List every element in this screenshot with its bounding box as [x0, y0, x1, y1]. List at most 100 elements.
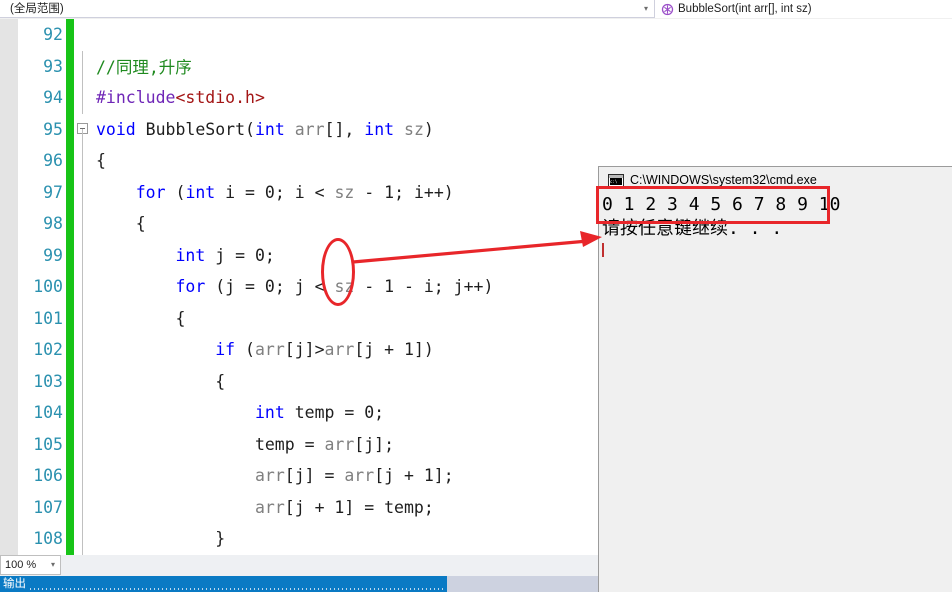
line-number: 100: [33, 277, 63, 297]
code-token: [j + 1];: [374, 466, 454, 486]
chevron-down-icon[interactable]: ▾: [644, 0, 648, 18]
change-indicator-bar: [66, 19, 74, 51]
code-text[interactable]: #include<stdio.h>: [96, 88, 952, 107]
code-token: int: [254, 119, 285, 139]
change-indicator-bar: [66, 460, 74, 492]
tab-output-label: 输出: [3, 578, 26, 590]
change-indicator-bar: [66, 334, 74, 366]
cmd-console-body[interactable]: 0 1 2 3 4 5 6 7 8 9 10 请按任意键继续. . .: [600, 193, 952, 592]
outlining-glyph-margin[interactable]: [74, 428, 96, 460]
outlining-glyph-margin[interactable]: [74, 365, 96, 397]
outlining-line: [82, 82, 83, 114]
code-token: sz: [404, 119, 424, 139]
outlining-glyph-margin[interactable]: [74, 334, 96, 366]
code-token: [j + 1] = temp;: [284, 497, 434, 517]
outlining-glyph-margin[interactable]: [74, 176, 96, 208]
tab-divider-dots: [30, 576, 445, 592]
code-line[interactable]: 93 //同理,升序: [0, 50, 952, 82]
outlining-glyph-margin[interactable]: [74, 523, 96, 555]
member-combobox[interactable]: BubbleSort(int arr[], int sz): [655, 0, 952, 18]
code-token: i = 0; i: [215, 182, 315, 202]
change-indicator-bar: [66, 302, 74, 334]
line-number: 92: [43, 25, 63, 45]
zoom-level-value: 100 %: [5, 559, 37, 571]
code-token: sz: [334, 182, 355, 202]
code-text[interactable]: //同理,升序: [96, 54, 952, 78]
code-token: [j]: [284, 340, 315, 360]
outlining-glyph-margin[interactable]: [74, 82, 96, 114]
outlining-glyph-margin[interactable]: [74, 460, 96, 492]
scope-combobox[interactable]: (全局范围) ▾: [0, 0, 655, 18]
outlining-line: [82, 129, 83, 145]
outlining-line: [82, 145, 83, 177]
outlining-glyph-margin[interactable]: [74, 208, 96, 240]
outlining-glyph-margin[interactable]: [74, 145, 96, 177]
outlining-glyph-margin[interactable]: [74, 19, 96, 51]
change-indicator-bar: [66, 428, 74, 460]
outlining-line: [82, 491, 83, 523]
line-number: 94: [43, 88, 63, 108]
cmd-console-window[interactable]: C:\WINDOWS\system32\cmd.exe 0 1 2 3 4 5 …: [598, 166, 952, 592]
outlining-line: [82, 302, 83, 334]
outlining-line: [82, 397, 83, 429]
code-token: arr: [254, 466, 285, 486]
code-token: (j = 0; j <: [205, 277, 335, 297]
change-indicator-bar: [66, 365, 74, 397]
code-token: [j] =: [284, 466, 345, 486]
code-line[interactable]: 95 void BubbleSort(int arr[], int sz): [0, 113, 952, 145]
line-number: 95: [43, 119, 63, 139]
outlining-line: [82, 176, 83, 208]
line-number: 107: [33, 497, 63, 517]
code-token: ): [423, 119, 434, 139]
change-indicator-bar: [66, 50, 74, 82]
outlining-line: [82, 365, 83, 397]
outlining-line: [82, 271, 83, 303]
outlining-line: [82, 239, 83, 271]
outlining-line: [82, 334, 83, 366]
outlining-glyph-margin[interactable]: [74, 491, 96, 523]
code-text[interactable]: void BubbleSort(int arr[], int sz): [96, 120, 952, 139]
member-combobox-label: BubbleSort(int arr[], int sz): [678, 3, 812, 15]
outlining-glyph-margin[interactable]: [74, 239, 96, 271]
outlining-glyph-margin[interactable]: [74, 50, 96, 82]
code-token: void: [96, 119, 136, 139]
outlining-glyph-margin[interactable]: [74, 271, 96, 303]
line-number: 98: [43, 214, 63, 234]
outlining-line: [82, 428, 83, 460]
line-number: 105: [33, 434, 63, 454]
outlining-glyph-margin[interactable]: [74, 397, 96, 429]
change-indicator-bar: [66, 491, 74, 523]
code-token: (: [235, 340, 255, 360]
code-token: [],: [324, 119, 365, 139]
cmd-titlebar[interactable]: C:\WINDOWS\system32\cmd.exe: [599, 167, 952, 193]
code-line[interactable]: 94 #include<stdio.h>: [0, 82, 952, 114]
code-line[interactable]: 92: [0, 19, 952, 51]
code-token: arr: [254, 340, 285, 360]
change-indicator-bar: [66, 397, 74, 429]
code-token: arr: [324, 340, 355, 360]
line-number: 104: [33, 403, 63, 423]
line-number: 97: [43, 182, 63, 202]
code-token: int: [185, 182, 216, 202]
tab-output[interactable]: 输出: [0, 576, 447, 592]
code-token: arr: [344, 466, 375, 486]
change-indicator-bar: [66, 239, 74, 271]
code-token: <stdio.h>: [175, 88, 265, 108]
chevron-down-icon[interactable]: ▾: [51, 556, 55, 574]
code-token: int: [254, 403, 285, 423]
outlining-glyph-margin[interactable]: [74, 302, 96, 334]
change-indicator-bar: [66, 208, 74, 240]
outlining-line: [82, 50, 83, 82]
change-indicator-bar: [66, 523, 74, 555]
outlining-glyph-margin[interactable]: [74, 114, 96, 145]
code-token: //同理,升序: [96, 58, 192, 78]
zoom-level-combobox[interactable]: 100 % ▾: [0, 555, 61, 575]
change-indicator-bar: [66, 82, 74, 114]
code-token: - 1; i++): [354, 182, 454, 202]
